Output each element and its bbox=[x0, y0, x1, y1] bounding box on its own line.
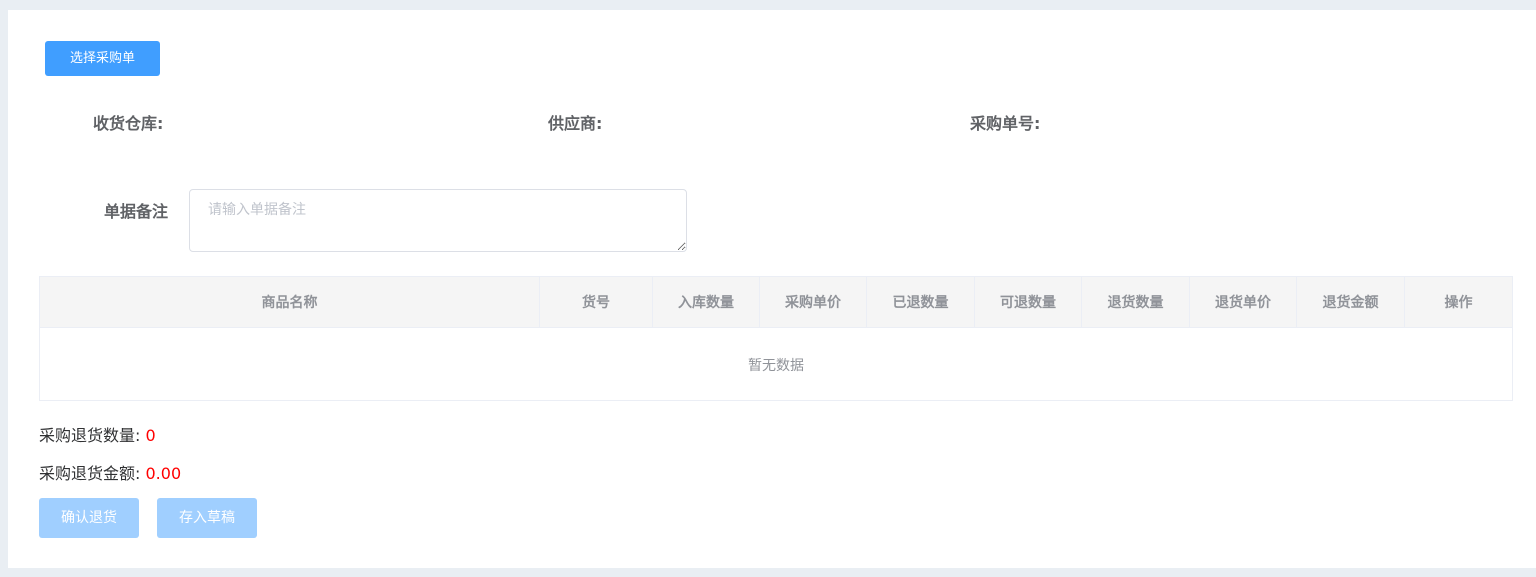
return-qty-summary: 采购退货数量: 0 bbox=[39, 422, 156, 446]
return-qty-label: 采购退货数量: bbox=[39, 426, 141, 445]
column-header-inbound-qty: 入库数量 bbox=[653, 277, 760, 327]
table-empty-text: 暂无数据 bbox=[748, 357, 804, 374]
supplier-label: 供应商: bbox=[548, 114, 603, 133]
return-amount-summary: 采购退货金额: 0.00 bbox=[39, 460, 181, 484]
main-card: 选择采购单 收货仓库: 供应商: 采购单号: 单据备注 商品名称 货号 入库数量… bbox=[8, 10, 1536, 568]
return-items-table: 商品名称 货号 入库数量 采购单价 已退数量 可退数量 退货数量 退货单价 退货… bbox=[39, 276, 1513, 401]
column-header-actions: 操作 bbox=[1444, 295, 1473, 311]
column-header-returnable-qty: 可退数量 bbox=[975, 277, 1082, 327]
save-draft-button[interactable]: 存入草稿 bbox=[157, 498, 257, 538]
warehouse-label: 收货仓库: bbox=[93, 114, 164, 133]
purchase-order-no-label: 采购单号: bbox=[970, 114, 1041, 133]
column-header-return-amount: 退货金额 bbox=[1297, 277, 1405, 327]
column-header-return-price: 退货单价 bbox=[1190, 277, 1297, 327]
return-qty-value: 0 bbox=[145, 426, 156, 445]
column-header-returned-qty: 已退数量 bbox=[867, 277, 975, 327]
column-header-purchase-price: 采购单价 bbox=[760, 277, 867, 327]
remark-label: 单据备注 bbox=[104, 202, 169, 221]
table-header: 商品名称 货号 入库数量 采购单价 已退数量 可退数量 退货数量 退货单价 退货… bbox=[40, 277, 1512, 328]
return-amount-value: 0.00 bbox=[145, 464, 182, 483]
select-purchase-order-button[interactable]: 选择采购单 bbox=[45, 41, 160, 76]
column-header-return-qty: 退货数量 bbox=[1082, 277, 1190, 327]
remark-textarea[interactable] bbox=[189, 189, 687, 252]
column-header-sku: 货号 bbox=[540, 277, 653, 327]
column-header-product-name: 商品名称 bbox=[40, 277, 540, 327]
return-amount-label: 采购退货金额: bbox=[39, 464, 141, 483]
confirm-return-button[interactable]: 确认退货 bbox=[39, 498, 139, 538]
